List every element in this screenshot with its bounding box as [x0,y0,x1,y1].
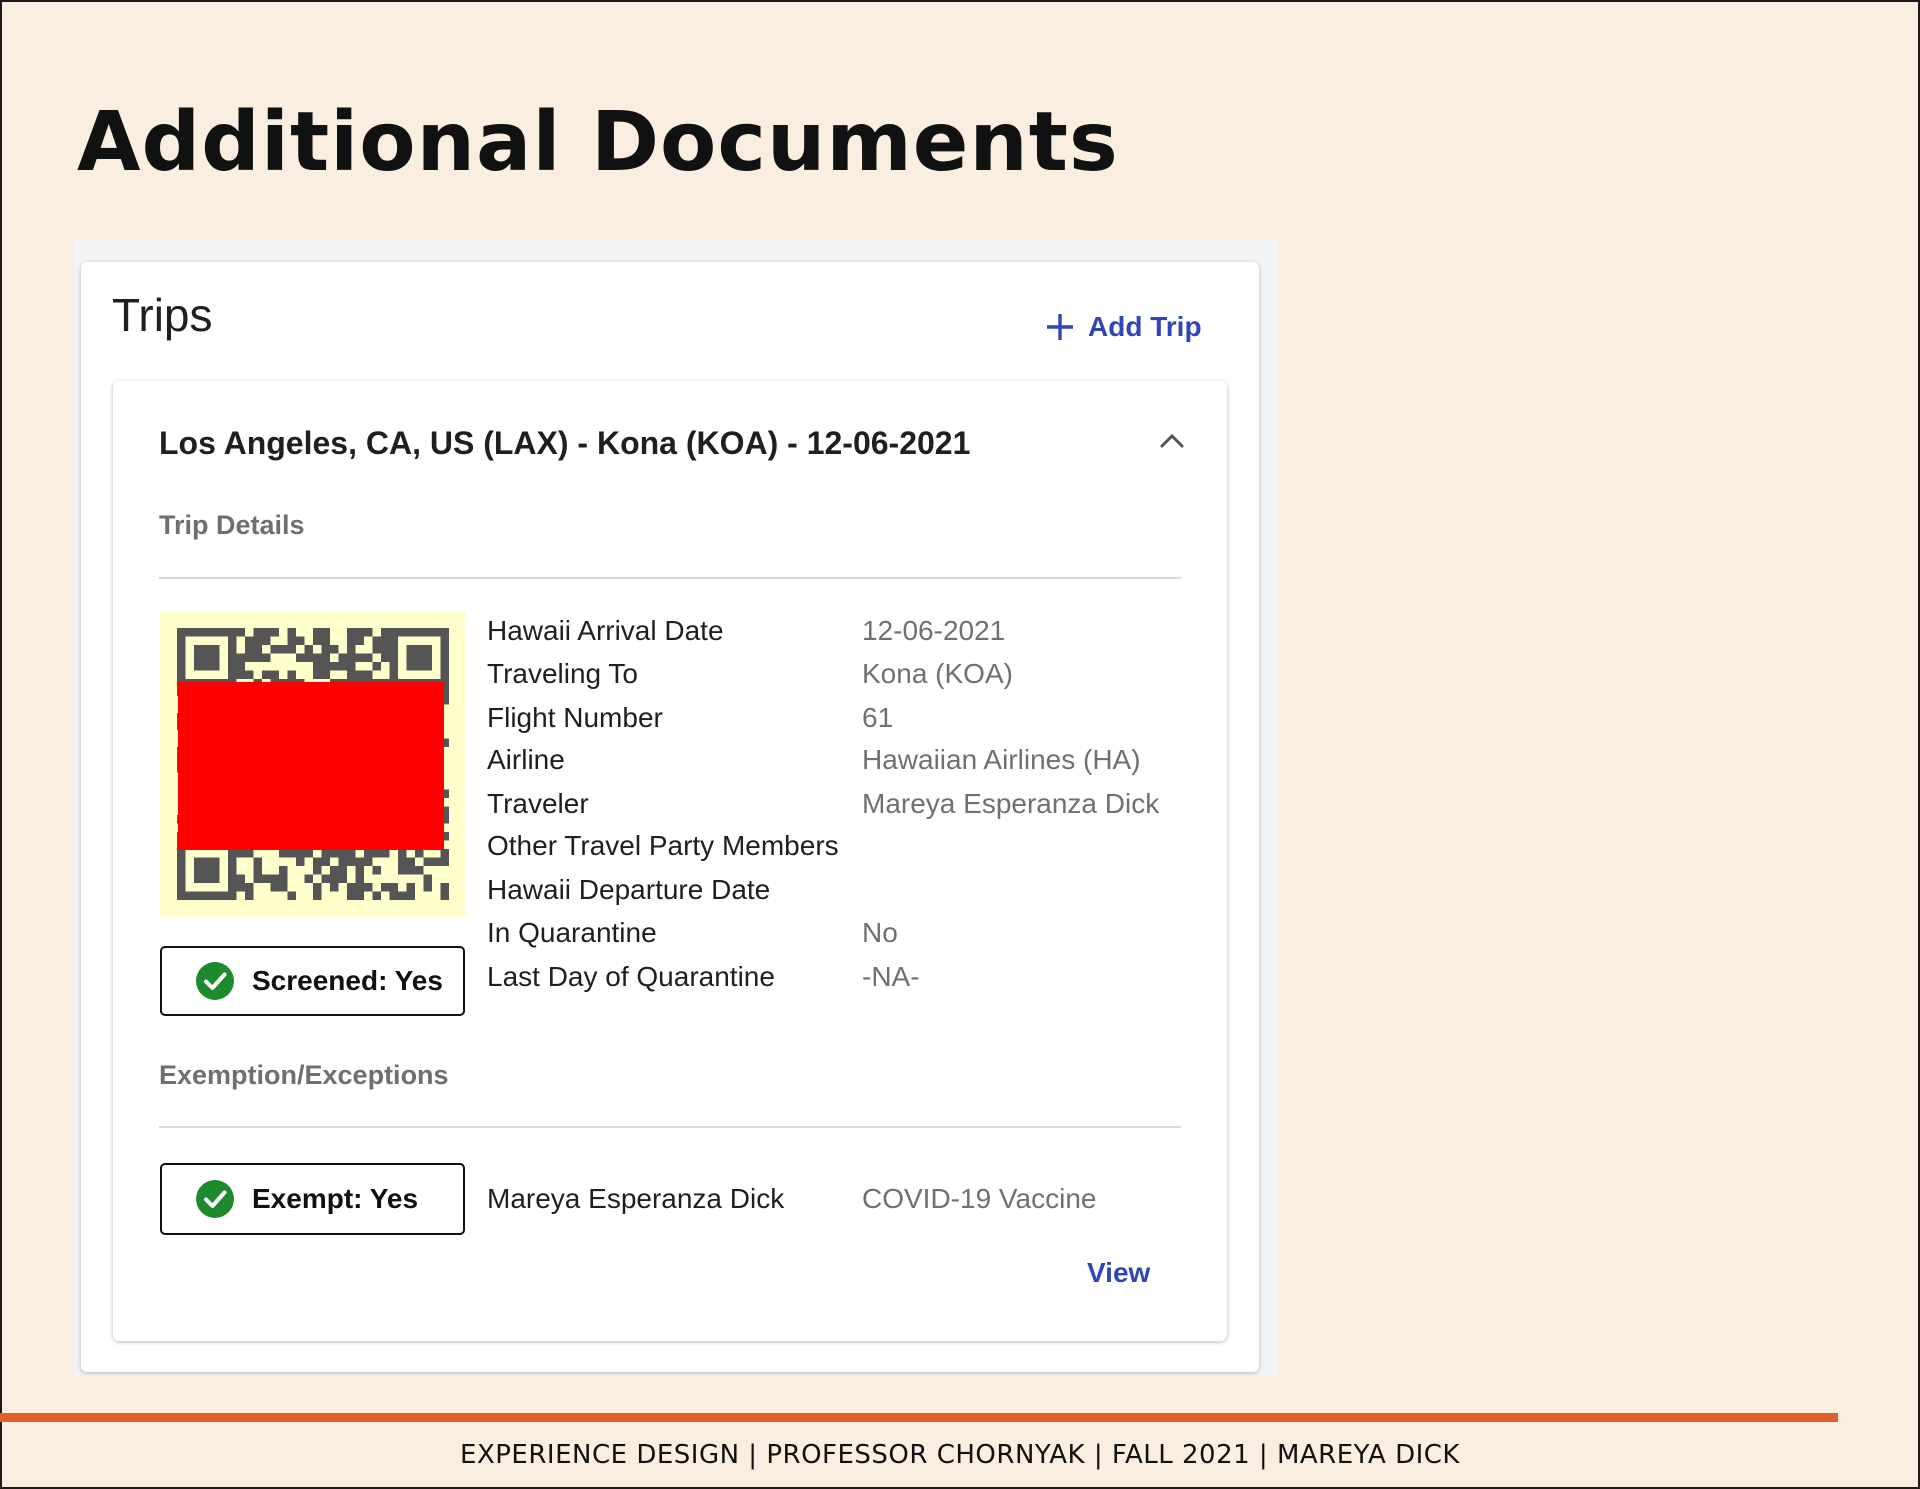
detail-label: Flight Number [487,702,663,733]
exempt-status-text: Exempt: Yes [252,1183,419,1214]
footer-rule [0,1413,1838,1422]
screened-status-text: Screened: Yes [252,965,443,996]
redaction-block [178,682,444,850]
detail-label: Other Travel Party Members [487,830,839,861]
page-title: Additional Documents [77,95,1119,190]
detail-value: Mareya Esperanza Dick [862,788,1160,819]
exemption-divider [159,1126,1181,1128]
detail-label: Traveler [487,788,589,819]
detail-value: No [862,917,898,948]
exempt-person: Mareya Esperanza Dick [487,1183,785,1214]
plus-icon [1047,314,1073,340]
detail-label: Last Day of Quarantine [487,961,775,992]
detail-value: 61 [862,702,894,733]
screened-status-badge: Screened: Yes [160,946,465,1016]
trip-details-divider [159,577,1181,579]
trip-header[interactable]: Los Angeles, CA, US (LAX) - Kona (KOA) -… [159,425,970,462]
add-trip-label: Add Trip [1088,311,1202,342]
exemption-label: Exemption/Exceptions [159,1060,449,1090]
check-circle-icon [196,962,234,1000]
detail-value: Kona (KOA) [862,658,1013,689]
detail-value: Hawaiian Airlines (HA) [862,744,1141,775]
chevron-up-icon[interactable] [1156,428,1188,452]
check-circle-icon [196,1180,234,1218]
footer-credits: EXPERIENCE DESIGN | PROFESSOR CHORNYAK |… [460,1440,1460,1470]
add-trip-button[interactable]: Add Trip [1044,311,1202,343]
trips-title: Trips [112,289,213,341]
detail-label: Airline [487,744,565,775]
exempt-reason: COVID-19 Vaccine [862,1183,1097,1214]
detail-label: Hawaii Arrival Date [487,615,724,646]
detail-label: Traveling To [487,658,638,689]
exempt-status-badge: Exempt: Yes [160,1163,465,1235]
detail-label: Hawaii Departure Date [487,874,771,905]
detail-value: -NA- [862,961,920,992]
detail-label: In Quarantine [487,917,657,948]
trip-details-label: Trip Details [159,510,305,540]
view-exemption-link[interactable]: View [1087,1257,1150,1289]
detail-value: 12-06-2021 [862,615,1006,646]
